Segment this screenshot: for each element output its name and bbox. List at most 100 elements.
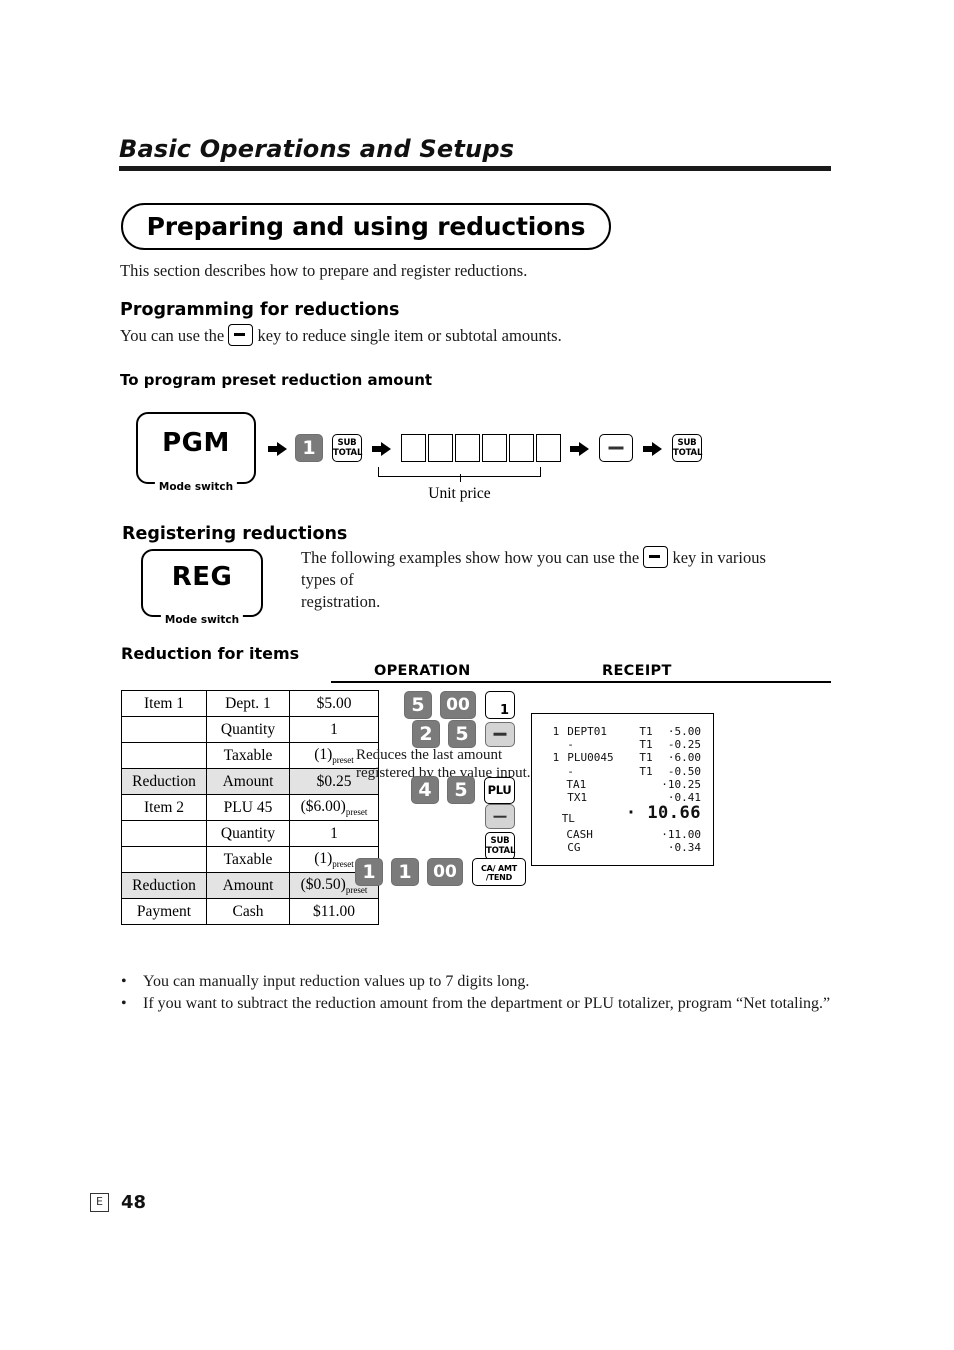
unit-price-label: Unit price bbox=[428, 485, 491, 502]
row-field-cell: Cash bbox=[206, 898, 290, 925]
pgm-key-sequence: 1 SUB TOTAL SUB TOTAL bbox=[268, 434, 702, 462]
receipt-amount: ·6.00 bbox=[667, 751, 702, 765]
ca-key-line1: CA/ AMT bbox=[481, 864, 517, 873]
heading-programming-for-reductions: Programming for reductions bbox=[120, 300, 400, 320]
unit-price-digit-box[interactable] bbox=[401, 434, 426, 462]
programming-intro-after: key to reduce single item or subtotal am… bbox=[257, 326, 562, 345]
row-field-cell: Amount bbox=[206, 768, 290, 795]
page-number: 48 bbox=[121, 1192, 147, 1213]
registering-intro-line2: registration. bbox=[301, 591, 381, 611]
operation-note-line1: Reduces the last amount bbox=[356, 747, 503, 763]
table-row: Quantity 1 bbox=[121, 716, 379, 743]
unit-price-digit-boxes[interactable] bbox=[401, 434, 563, 462]
table-row: Quantity 1 bbox=[121, 820, 379, 847]
chapter-banner: Preparing and using reductions bbox=[121, 203, 611, 250]
receipt-qty: 1 bbox=[552, 751, 560, 765]
running-head: Basic Operations and Setups bbox=[119, 136, 831, 172]
unit-price-digit-box[interactable] bbox=[482, 434, 507, 462]
arrow-icon bbox=[372, 441, 391, 456]
minus-key[interactable] bbox=[485, 721, 515, 747]
department-key-1[interactable]: 1 bbox=[485, 691, 515, 719]
bullet-icon: • bbox=[121, 973, 127, 990]
subtotal-key[interactable]: SUB TOTAL bbox=[485, 832, 515, 860]
mode-switch-reg: REG Mode switch bbox=[141, 549, 263, 626]
row-label-cell bbox=[121, 820, 207, 847]
numeric-key-5[interactable]: 5 bbox=[404, 691, 432, 719]
example-data-table: Item 1 Dept. 1 $5.00 Quantity 1 Taxable (1)pre… bbox=[121, 690, 379, 925]
receipt-sample: 1 DEPT01 T1 ·5.00 - T1 -0.25 1 PLU0045 T1 ·6.00 - T1… bbox=[531, 713, 714, 866]
table-row: Item 2 PLU 45 ($6.00)preset bbox=[121, 794, 379, 821]
heading-program-preset-reduction-amount: To program preset reduction amount bbox=[120, 371, 433, 389]
manual-page: Basic Operations and Setups Preparing an… bbox=[0, 0, 954, 1350]
numeric-key-00[interactable]: 00 bbox=[427, 858, 463, 886]
arrow-icon bbox=[268, 441, 287, 456]
pgm-dept-key[interactable]: 1 bbox=[295, 434, 323, 462]
receipt-tax-flag bbox=[634, 828, 661, 841]
notes-list: • You can manually input reduction values… bbox=[121, 972, 831, 1017]
receipt-tax-flag: T1 bbox=[639, 738, 653, 752]
heading-reduction-for-items: Reduction for items bbox=[121, 644, 300, 663]
arrow-icon bbox=[643, 441, 662, 456]
mode-switch-pgm: PGM Mode switch bbox=[136, 412, 256, 493]
row-label-cell: Reduction bbox=[121, 768, 207, 795]
department-key-label: 1 bbox=[499, 703, 509, 718]
numeric-key-1[interactable]: 1 bbox=[391, 858, 419, 886]
receipt-tax-flag: T1 bbox=[639, 751, 653, 765]
brace-shape bbox=[378, 467, 541, 482]
pgm-minus-key[interactable] bbox=[599, 434, 633, 462]
note-item: • If you want to subtract the reduction a… bbox=[121, 994, 831, 1014]
subtotal-key-line2: TOTAL bbox=[486, 845, 516, 856]
registering-intro: The following examples show how you can … bbox=[301, 546, 801, 613]
pgm-subtotal-key-2[interactable]: SUB TOTAL bbox=[672, 434, 702, 462]
receipt-line: - T1 -0.25 bbox=[544, 738, 701, 751]
unit-price-digit-box[interactable] bbox=[455, 434, 480, 462]
numeric-key-5[interactable]: 5 bbox=[447, 776, 475, 804]
table-row: Reduction Amount $0.25 bbox=[121, 768, 379, 795]
numeric-key-1[interactable]: 1 bbox=[355, 858, 383, 886]
numeric-key-5[interactable]: 5 bbox=[448, 720, 476, 748]
receipt-desc: - bbox=[567, 764, 574, 778]
unit-price-digit-box[interactable] bbox=[536, 434, 561, 462]
value-subscript: preset bbox=[332, 755, 354, 766]
row-value-cell: $11.00 bbox=[289, 898, 379, 925]
subtotal-key-line2: TOTAL bbox=[333, 447, 363, 458]
table-row: Taxable (1)preset bbox=[121, 846, 379, 873]
numeric-key-2[interactable]: 2 bbox=[412, 720, 440, 748]
receipt-desc: DEPT01 bbox=[567, 725, 607, 738]
receipt-tax-flag bbox=[639, 841, 668, 854]
receipt-desc: TA1 bbox=[566, 777, 587, 791]
table-row: Item 1 Dept. 1 $5.00 bbox=[121, 690, 379, 717]
receipt-desc: CG bbox=[567, 841, 581, 855]
minus-key-icon bbox=[643, 546, 669, 568]
numeric-key-4[interactable]: 4 bbox=[411, 776, 439, 804]
minus-key-icon bbox=[228, 324, 254, 346]
numeric-key-00[interactable]: 00 bbox=[440, 691, 476, 719]
row-label-cell: Payment bbox=[121, 898, 207, 925]
chapter-banner-title: Preparing and using reductions bbox=[146, 212, 586, 241]
receipt-qty bbox=[544, 778, 558, 791]
programming-intro-before: You can use the bbox=[120, 326, 225, 345]
cash-amount-tend-key[interactable]: CA/ AMT /TEND bbox=[472, 858, 526, 886]
row-label-cell bbox=[121, 846, 207, 873]
subtotal-key-line2: TOTAL bbox=[673, 447, 703, 458]
mode-switch-pgm-label: Mode switch bbox=[154, 481, 238, 493]
unit-price-digit-box[interactable] bbox=[509, 434, 534, 462]
plu-key[interactable]: PLU bbox=[484, 776, 515, 804]
value-subscript: preset bbox=[345, 885, 368, 896]
language-marker: E bbox=[90, 1193, 109, 1212]
mode-switch-reg-name: REG bbox=[171, 562, 233, 592]
unit-price-brace: Unit price bbox=[378, 467, 541, 503]
column-header-rule bbox=[331, 681, 831, 683]
operation-row-6: 1 1 00 CA/ AMT /TEND bbox=[355, 858, 526, 886]
receipt-desc: CASH bbox=[566, 828, 593, 842]
column-header-receipt: RECEIPT bbox=[602, 663, 672, 679]
receipt-amount: ·11.00 bbox=[661, 828, 701, 842]
table-row: Taxable (1)preset bbox=[121, 742, 379, 769]
column-header-operation: OPERATION bbox=[374, 663, 471, 679]
unit-price-digit-box[interactable] bbox=[428, 434, 453, 462]
receipt-amount: -0.25 bbox=[667, 738, 702, 752]
receipt-tax-flag: T1 bbox=[639, 725, 653, 738]
minus-key[interactable] bbox=[485, 804, 515, 829]
row-label-cell: Reduction bbox=[121, 872, 207, 899]
pgm-subtotal-key-1[interactable]: SUB TOTAL bbox=[332, 434, 362, 462]
